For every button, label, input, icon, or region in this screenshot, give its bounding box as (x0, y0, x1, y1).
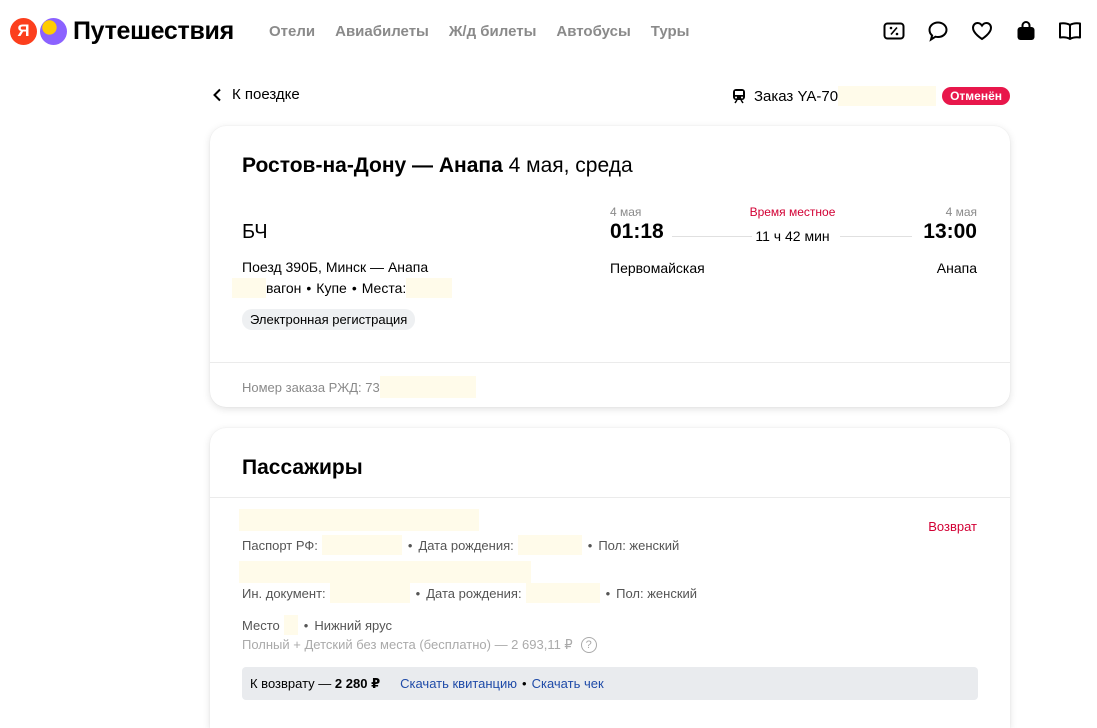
download-receipt-link[interactable]: Скачать квитанцию (400, 676, 517, 691)
chevron-left-icon (213, 88, 221, 101)
trip-card: Ростов-на-Дону — Анапа 4 мая, среда БЧ П… (210, 126, 1010, 407)
status-badge: Отменён (942, 87, 1010, 105)
header-icons (882, 19, 1082, 43)
arrival-time: 13:00 (923, 220, 977, 243)
seat-details: Место • Нижний ярус (242, 615, 392, 635)
redacted-car-number (232, 278, 266, 298)
discount-icon[interactable] (882, 19, 906, 43)
yandex-logo-icon: Я (10, 17, 37, 45)
train-info: Поезд 390Б, Минск — Анапа (242, 259, 429, 275)
passenger-1-details: Паспорт РФ: • Дата рождения: • Пол: женс… (242, 535, 679, 555)
refund-prefix: К возврату — (250, 676, 332, 691)
departure-station: Первомайская (610, 260, 705, 276)
nav-buses[interactable]: Автобусы (556, 23, 630, 40)
header: Я Путешествия Отели Авиабилеты Ж/д билет… (0, 0, 1097, 62)
redacted-passenger-name (239, 509, 479, 531)
nav-avia[interactable]: Авиабилеты (335, 23, 429, 40)
price: Полный + Детский без места (бесплатно) —… (242, 637, 573, 652)
doc-label: Паспорт РФ: (242, 537, 318, 553)
download-check-link[interactable]: Скачать чек (532, 676, 604, 691)
birth-label: Дата рождения: (426, 585, 522, 601)
nav-trains[interactable]: Ж/д билеты (449, 23, 537, 40)
e-registration-chip: Электронная регистрация (242, 309, 416, 330)
passenger-2-details: Ин. документ: • Дата рождения: • Пол: же… (242, 583, 697, 603)
doc-label: Ин. документ: (242, 585, 326, 601)
back-label: К поездке (232, 86, 300, 103)
refund-summary: К возврату — 2 280 ₽ Скачать квитанцию •… (242, 667, 978, 700)
rzd-order-number: Номер заказа РЖД: 73 (242, 376, 476, 398)
logo[interactable]: Я Путешествия (10, 16, 234, 46)
sex: Пол: женский (598, 537, 680, 553)
bag-icon[interactable] (1014, 19, 1038, 43)
redacted-doc (329, 583, 410, 603)
redacted-passenger-name (239, 561, 531, 583)
departure-time: 01:18 (610, 220, 664, 243)
redacted-doc (321, 535, 402, 555)
duration: 11 ч 42 мин (755, 228, 830, 244)
passengers-card: Пассажиры Возврат Паспорт РФ: • Дата рож… (210, 428, 1010, 728)
refund-amount: 2 280 ₽ (334, 675, 381, 691)
train-icon (732, 89, 745, 104)
car-label: вагон (266, 280, 302, 296)
chat-icon[interactable] (926, 19, 950, 43)
back-to-trip-link[interactable]: К поездке (212, 86, 300, 103)
departure-date: 4 мая (610, 205, 642, 219)
birth-label: Дата рождения: (418, 537, 514, 553)
rzd-label: Номер заказа РЖД: 73 (242, 379, 380, 395)
trip-date: 4 мая, среда (508, 154, 633, 177)
sex: Пол: женский (616, 585, 698, 601)
redacted-birth (517, 535, 582, 555)
carrier: БЧ (242, 221, 268, 243)
route: Ростов-на-Дону — Анапа (242, 154, 503, 177)
order-info: Заказ YA-70 Отменён (732, 86, 1010, 106)
question-icon[interactable]: ? (580, 637, 597, 653)
tier: Нижний ярус (314, 617, 392, 633)
divider (210, 497, 1010, 498)
nav-tours[interactable]: Туры (651, 23, 690, 40)
redacted-birth (525, 583, 600, 603)
trip-title: Ростов-на-Дону — Анапа 4 мая, среда (242, 154, 633, 178)
redacted-order-id (838, 86, 937, 106)
divider (210, 362, 1010, 363)
car-info: вагон • Купе • Места: (232, 278, 453, 298)
main-nav: Отели Авиабилеты Ж/д билеты Автобусы Тур… (269, 23, 689, 40)
arrival-station: Анапа (936, 260, 977, 276)
app-title: Путешествия (73, 16, 234, 45)
redacted-seats (406, 278, 453, 298)
car-type: Купе (316, 280, 347, 296)
seats-label: Места: (361, 280, 407, 296)
timeline-right (840, 236, 912, 237)
redacted-rzd-number (379, 376, 476, 398)
heart-icon[interactable] (970, 19, 994, 43)
arrival-date: 4 мая (945, 205, 977, 219)
price-details: Полный + Детский без места (бесплатно) —… (242, 637, 597, 653)
nav-hotels[interactable]: Отели (269, 23, 315, 40)
book-icon[interactable] (1058, 19, 1082, 43)
order-number: Заказ YA-70 (753, 87, 839, 105)
passengers-title: Пассажиры (242, 456, 363, 479)
refund-link[interactable]: Возврат (928, 519, 977, 534)
seat-label: Место (242, 617, 280, 633)
local-time-label: Время местное (749, 205, 836, 219)
globe-logo-icon (40, 17, 67, 45)
redacted-seat (283, 615, 298, 635)
